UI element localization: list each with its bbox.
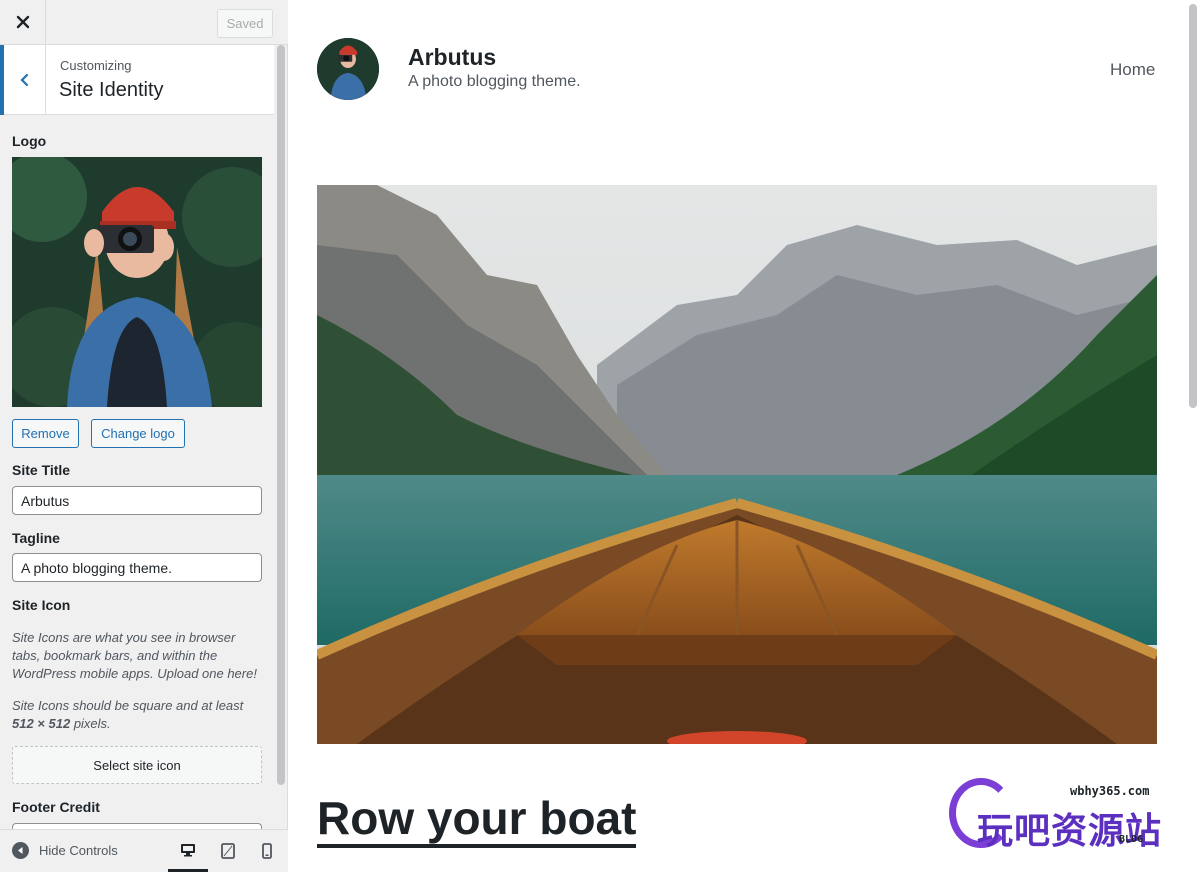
site-tagline: A photo blogging theme. [408, 73, 581, 90]
chevron-left-icon [19, 73, 28, 87]
preview-scrollbar[interactable] [1187, 0, 1200, 872]
site-icon-description: Site Icons are what you see in browser t… [12, 630, 257, 681]
tagline-label: Tagline [12, 530, 60, 546]
post-featured-image[interactable] [317, 185, 1157, 744]
tagline-input[interactable] [12, 553, 262, 582]
preview-tablet-button[interactable] [208, 830, 248, 872]
sidebar-scrollbar[interactable] [276, 45, 286, 785]
section-header: Customizing Site Identity [0, 45, 274, 115]
hide-controls-button[interactable]: Hide Controls [12, 842, 118, 859]
logo-preview [12, 157, 262, 407]
site-logo[interactable] [317, 38, 379, 100]
section-title: Site Identity [59, 79, 164, 101]
customizer-footer: Hide Controls [0, 829, 288, 872]
remove-logo-button[interactable]: Remove [12, 419, 79, 448]
preview-scrollbar-thumb[interactable] [1189, 4, 1197, 408]
hide-controls-label: Hide Controls [39, 843, 118, 858]
site-icon-size-note: Site Icons should be square and at least… [12, 697, 262, 733]
preview-mobile-button[interactable] [247, 830, 287, 872]
hero-image [317, 185, 1157, 744]
scrollbar-thumb[interactable] [277, 45, 285, 785]
saved-button[interactable]: Saved [217, 9, 273, 38]
size-note-unit: pixels. [70, 716, 111, 731]
site-title-input[interactable] [12, 486, 262, 515]
customizing-label: Customizing [60, 58, 132, 73]
change-logo-button[interactable]: Change logo [91, 419, 185, 448]
watermark-badge: BLOG [1119, 834, 1144, 845]
site-logo-image [317, 38, 379, 100]
collapse-icon [12, 842, 29, 859]
select-site-icon-button[interactable]: Select site icon [12, 746, 262, 784]
logo-image [12, 157, 262, 407]
size-note-text: Site Icons should be square and at least [12, 698, 244, 713]
site-preview: Arbutus A photo blogging theme. Home Row… [289, 0, 1200, 872]
customizer-sidebar: Saved Customizing Site Identity Logo Rem… [0, 0, 288, 872]
watermark-url: wbhy365.com [1070, 784, 1150, 798]
site-icon-label: Site Icon [12, 597, 71, 613]
preview-desktop-button[interactable] [168, 830, 208, 872]
close-button[interactable] [0, 0, 46, 44]
watermark-text: 玩吧资源站 [977, 811, 1163, 852]
post-title[interactable]: Row your boat [317, 792, 637, 848]
logo-label: Logo [12, 133, 47, 149]
mobile-icon [262, 843, 272, 859]
close-icon [16, 15, 29, 29]
watermark: wbhy365.com 玩吧资源站 BLOG [949, 778, 1189, 868]
back-button[interactable] [0, 45, 46, 115]
footer-credit-label: Footer Credit [12, 799, 100, 815]
size-note-dimensions: 512 × 512 [12, 716, 71, 731]
site-title[interactable]: Arbutus [408, 44, 496, 71]
customizer-header: Saved [0, 0, 288, 45]
tablet-icon [221, 843, 235, 859]
site-title-label: Site Title [12, 462, 71, 478]
nav-item-home[interactable]: Home [1110, 60, 1155, 80]
desktop-icon [181, 843, 195, 856]
